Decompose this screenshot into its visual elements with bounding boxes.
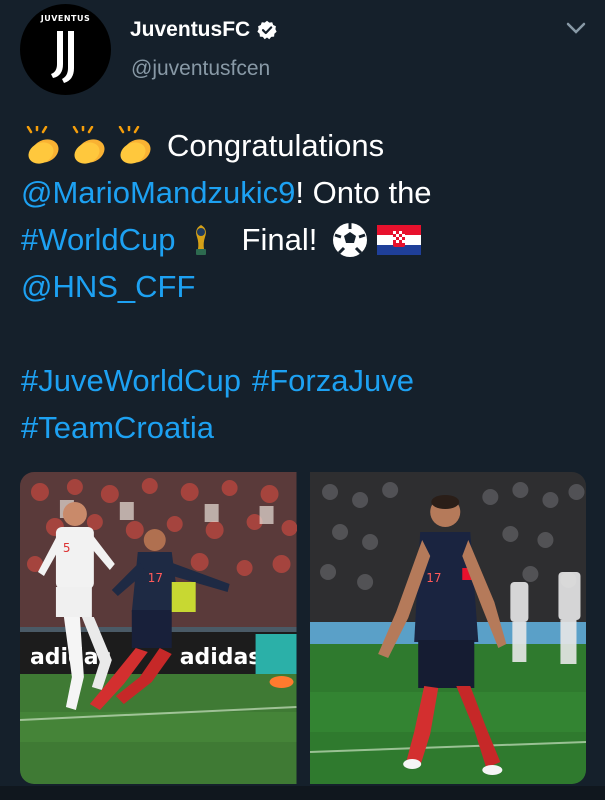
hashtag-worldcup[interactable]: #WorldCup	[21, 216, 176, 263]
tweet-header: JUVENTUS JuventusFC @juventusfcen	[0, 0, 605, 100]
shirt-number-dark: 17	[148, 571, 163, 585]
hashtag-juveworldcup[interactable]: #JuveWorldCup	[21, 357, 241, 404]
shirt-number-white: 5	[63, 541, 71, 555]
verified-badge-icon	[257, 20, 277, 40]
clapping-hands-icon	[72, 125, 105, 164]
match-photo-left-image: adidas adidas 5 17	[20, 472, 297, 784]
hashtag-forzajuve[interactable]: #ForzaJuve	[252, 357, 414, 404]
bottom-bar	[0, 786, 605, 800]
tweet-text: Congratulations @MarioMandzukic9! Onto t…	[21, 122, 591, 451]
tweet-line-6: #JuveWorldCup #ForzaJuve	[21, 357, 591, 404]
mention-mario-mandzukic[interactable]: @MarioMandzukic9	[21, 169, 295, 216]
croatia-flag-icon	[377, 224, 422, 255]
tweet-media: adidas adidas 5 17	[20, 472, 586, 784]
tweet-line-2: @MarioMandzukic9! Onto the	[21, 169, 591, 216]
match-photo-left[interactable]: adidas adidas 5 17	[20, 472, 297, 784]
match-photo-right[interactable]: 17	[309, 472, 586, 784]
clapping-hands-icon	[26, 125, 59, 164]
tweet-line-7: #TeamCroatia	[21, 404, 591, 451]
account-handle[interactable]: @juventusfcen	[131, 57, 270, 81]
tweet-text-onto-the: ! Onto the	[295, 175, 432, 210]
tweet-line-1: Congratulations	[21, 122, 591, 169]
juventus-logo-icon	[51, 31, 74, 83]
avatar[interactable]: JUVENTUS	[20, 4, 111, 95]
chevron-down-icon[interactable]	[566, 22, 586, 34]
account-name-row[interactable]: JuventusFC	[130, 18, 277, 42]
tweet-text-final: Final!	[241, 222, 318, 257]
hashtag-teamcroatia[interactable]: #TeamCroatia	[21, 404, 214, 451]
ad-board-text-2: adidas	[180, 645, 262, 670]
clapping-hands-icon	[118, 125, 151, 164]
soccer-ball-icon	[333, 222, 368, 257]
mention-hns-cff[interactable]: @HNS_CFF	[21, 263, 195, 310]
tweet-line-4: @HNS_CFF	[21, 263, 591, 310]
display-name[interactable]: JuventusFC	[130, 18, 250, 42]
tweet-text-congratulations: Congratulations	[167, 128, 385, 163]
tweet-line-3: #WorldCup Final!	[21, 216, 591, 263]
match-photo-right-image: 17	[309, 472, 586, 784]
world-cup-trophy-icon	[195, 224, 206, 255]
shirt-number-right: 17	[426, 571, 441, 585]
